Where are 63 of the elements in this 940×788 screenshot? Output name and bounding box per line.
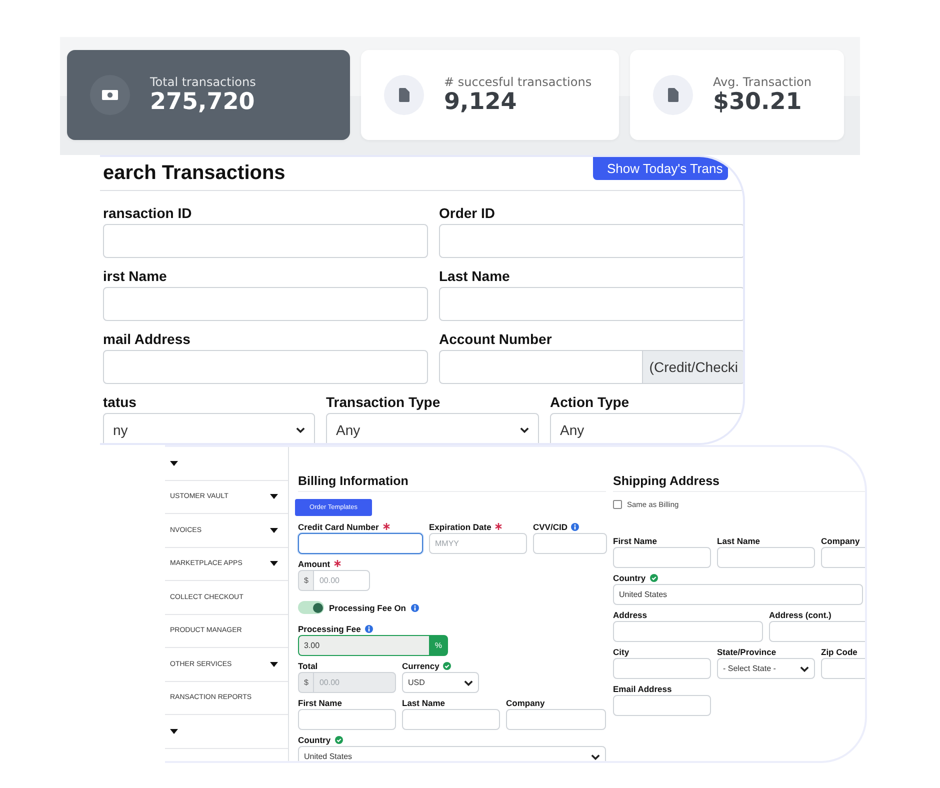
select-field[interactable]: United States (298, 746, 606, 761)
field-label: Transaction Type (326, 394, 440, 410)
field-label: Zip Code (821, 646, 858, 656)
info-icon[interactable] (571, 522, 580, 530)
stat-value: $30.21 (713, 89, 803, 115)
field-label: Last Name (717, 536, 760, 546)
field-label: irst Name (103, 268, 167, 284)
section-title: Billing Information (298, 473, 408, 489)
field-label: Processing Fee (298, 624, 361, 634)
info-icon[interactable] (364, 624, 373, 632)
field-label: First Name (613, 536, 657, 546)
field-label: mail Address (103, 331, 190, 347)
field-label: Email Address (613, 684, 672, 694)
stat-label: Avg. Transaction (713, 75, 812, 89)
field-label: Last Name (402, 698, 445, 708)
text-field[interactable] (298, 533, 423, 554)
select-field[interactable]: ny (103, 413, 315, 443)
field-label: ransaction ID (103, 205, 192, 221)
stat-value: 9,124 (444, 89, 518, 115)
field-label: State/Province (717, 646, 776, 656)
stat-value: 275,720 (150, 89, 256, 115)
field-label: City (613, 646, 630, 656)
field-label: Account Number (439, 331, 552, 347)
select-field[interactable]: - Select State - (717, 658, 815, 679)
field-label: Country (298, 734, 331, 744)
stat-label: # succesful transactions (444, 75, 592, 89)
field-label: Amount (298, 558, 330, 568)
field-label: Country (613, 572, 646, 582)
field-label: Address (cont.) (769, 610, 832, 620)
toggle-switch[interactable] (298, 601, 324, 614)
field-label: Total (298, 660, 318, 670)
field-label: Action Type (550, 394, 630, 410)
select-field[interactable]: Any (326, 413, 539, 443)
field-label: CVV/CID (533, 522, 568, 532)
percent-field[interactable]: 3.00 (298, 635, 429, 656)
select-field[interactable]: Any (550, 413, 743, 443)
field-label: Address (613, 610, 648, 620)
percent-suffix: % (428, 635, 448, 656)
input-addon: (Credit/Checki (642, 350, 743, 384)
select-field[interactable]: USD (402, 672, 479, 693)
field-label: Currency (402, 660, 440, 670)
amount-field[interactable]: 00.00 (313, 570, 370, 591)
field-label: Order ID (439, 205, 496, 221)
text-field[interactable]: United States (613, 584, 863, 605)
field-label: Expiration Date (429, 522, 492, 532)
document-icon (653, 75, 693, 115)
field-label: Company (821, 536, 860, 546)
field-label: Company (506, 698, 545, 708)
toggle-label: Processing Fee On (329, 602, 406, 612)
field-label: Last Name (439, 268, 510, 284)
panel-title: earch Transactions (103, 161, 286, 186)
show-today-button[interactable]: Show Today's Trans (593, 157, 728, 180)
banknote-icon (90, 75, 130, 115)
field-label: First Name (298, 698, 342, 708)
checkbox[interactable] (613, 500, 622, 509)
currency-prefix: $ (298, 570, 314, 591)
field-label: Credit Card Number (298, 522, 379, 532)
document-icon (384, 75, 424, 115)
currency-prefix: $ (298, 672, 314, 693)
stat-label: Total transactions (150, 75, 256, 89)
section-title: Shipping Address (613, 473, 720, 489)
info-icon[interactable] (411, 604, 419, 612)
field-label: tatus (103, 394, 136, 410)
